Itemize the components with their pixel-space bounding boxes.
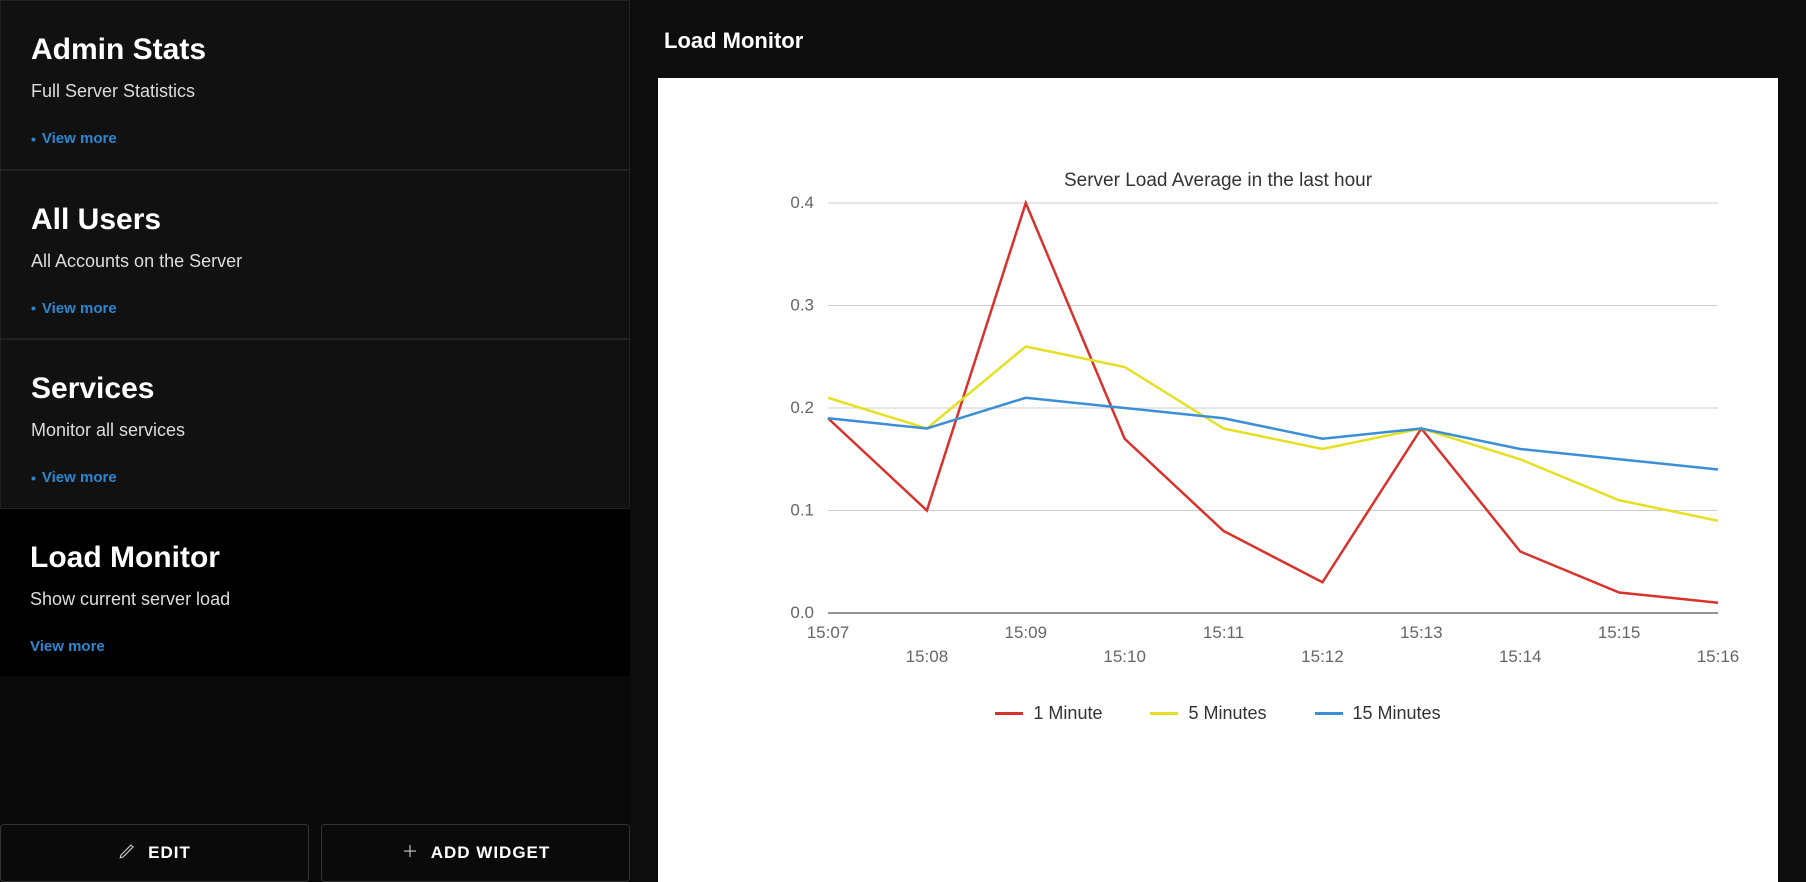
main-title: Load Monitor: [664, 28, 1778, 54]
legend-item: 15 Minutes: [1315, 703, 1441, 724]
legend-item: 5 Minutes: [1150, 703, 1266, 724]
card-subtitle: All Accounts on the Server: [31, 251, 599, 272]
x-tick-label: 15:15: [1598, 623, 1641, 642]
x-tick-label: 15:09: [1005, 623, 1048, 642]
sidebar-actions: EDIT ADD WIDGET: [0, 818, 630, 882]
card-title: Services: [31, 372, 599, 406]
x-tick-label: 15:10: [1103, 647, 1146, 666]
main-panel: Load Monitor Server Load Average in the …: [630, 0, 1806, 882]
legend-item: 1 Minute: [995, 703, 1102, 724]
x-tick-label: 15:12: [1301, 647, 1344, 666]
x-tick-label: 15:16: [1697, 647, 1740, 666]
y-tick-label: 0.1: [790, 501, 814, 520]
sidebar-card: All Users All Accounts on the Server View …: [0, 170, 630, 340]
series-line: [828, 398, 1718, 470]
edit-button-label: EDIT: [148, 843, 191, 863]
edit-button[interactable]: EDIT: [0, 824, 309, 882]
card-subtitle: Full Server Statistics: [31, 81, 599, 102]
legend-swatch: [995, 712, 1023, 715]
card-subtitle: Monitor all services: [31, 420, 599, 441]
x-tick-label: 15:07: [807, 623, 850, 642]
chart-panel: Server Load Average in the last hour0.00…: [658, 78, 1778, 882]
y-tick-label: 0.3: [790, 296, 814, 315]
sidebar-card: Services Monitor all services View more: [0, 339, 630, 509]
x-tick-label: 15:11: [1203, 623, 1244, 642]
card-title: All Users: [31, 203, 599, 237]
legend-label: 5 Minutes: [1188, 703, 1266, 724]
legend-label: 15 Minutes: [1353, 703, 1441, 724]
x-tick-label: 15:13: [1400, 623, 1443, 642]
view-more-link[interactable]: View more: [31, 469, 117, 486]
add-widget-button[interactable]: ADD WIDGET: [321, 824, 630, 882]
view-more-link[interactable]: View more: [31, 300, 117, 317]
x-tick-label: 15:14: [1499, 647, 1542, 666]
add-widget-button-label: ADD WIDGET: [431, 843, 551, 863]
legend-swatch: [1150, 712, 1178, 715]
sidebar-card: Admin Stats Full Server Statistics View mo…: [0, 0, 630, 170]
view-more-link[interactable]: View more: [30, 638, 105, 655]
card-title: Load Monitor: [30, 541, 600, 575]
pencil-icon: [118, 842, 136, 865]
view-more-link[interactable]: View more: [31, 130, 117, 147]
chart-legend: 1 Minute 5 Minutes 15 Minutes: [658, 703, 1778, 724]
y-tick-label: 0.0: [790, 603, 814, 622]
y-tick-label: 0.4: [790, 193, 814, 212]
card-title: Admin Stats: [31, 33, 599, 67]
card-subtitle: Show current server load: [30, 589, 600, 610]
chart-title: Server Load Average in the last hour: [658, 170, 1778, 192]
series-line: [828, 347, 1718, 521]
load-chart: 0.0 0.1 0.2 0.3 0.4 15:07 15:08 15:09 15:10 15:11…: [658, 78, 1778, 838]
legend-label: 1 Minute: [1033, 703, 1102, 724]
sidebar: Admin Stats Full Server Statistics View mo…: [0, 0, 630, 882]
plus-icon: [401, 842, 419, 865]
sidebar-card: Load Monitor Show current server load View…: [0, 509, 630, 676]
series-line: [828, 203, 1718, 603]
x-tick-label: 15:08: [906, 647, 949, 666]
y-tick-label: 0.2: [790, 398, 814, 417]
legend-swatch: [1315, 712, 1343, 715]
